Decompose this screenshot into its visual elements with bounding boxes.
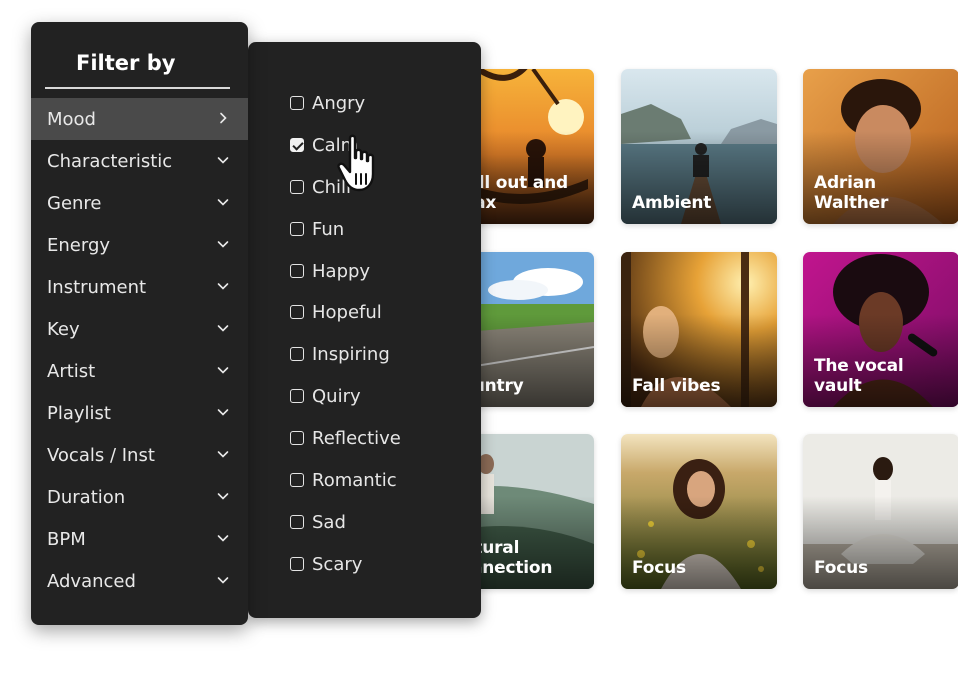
filter-item-energy[interactable]: Energy xyxy=(31,224,248,266)
playlist-tile[interactable]: Adrian Walther xyxy=(803,69,958,224)
title-divider xyxy=(45,87,230,89)
checkbox[interactable] xyxy=(290,222,304,236)
checkbox[interactable] xyxy=(290,431,304,445)
checkbox[interactable] xyxy=(290,180,304,194)
playlist-tile[interactable]: Ambient xyxy=(621,69,777,224)
playlist-tile[interactable]: Focus xyxy=(621,434,777,589)
option-label: Reflective xyxy=(312,427,401,449)
option-label: Quiry xyxy=(312,385,361,407)
filter-item-duration[interactable]: Duration xyxy=(31,476,248,518)
checkbox[interactable] xyxy=(290,96,304,110)
filter-item-characteristic[interactable]: Characteristic xyxy=(31,140,248,182)
option-label: Happy xyxy=(312,260,371,282)
chevron-down-icon xyxy=(217,493,229,500)
filter-panel: Filter by Mood Characteristic Genre Ener… xyxy=(31,22,248,625)
checkbox[interactable] xyxy=(290,347,304,361)
hand-pointer-icon xyxy=(337,134,375,192)
chevron-down-icon xyxy=(217,283,229,290)
filter-item-mood[interactable]: Mood xyxy=(31,98,248,140)
mood-option-happy[interactable]: Happy xyxy=(290,259,370,283)
filter-item-label: BPM xyxy=(47,528,86,550)
chevron-down-icon xyxy=(217,367,229,374)
filter-item-label: Mood xyxy=(47,108,96,130)
filter-item-playlist[interactable]: Playlist xyxy=(31,392,248,434)
checkbox[interactable] xyxy=(290,389,304,403)
filter-item-artist[interactable]: Artist xyxy=(31,350,248,392)
filter-item-vocals-inst[interactable]: Vocals / Inst xyxy=(31,434,248,476)
filter-item-label: Characteristic xyxy=(47,150,173,172)
filter-item-label: Duration xyxy=(47,486,126,508)
filter-item-label: Artist xyxy=(47,360,96,382)
mood-option-inspiring[interactable]: Inspiring xyxy=(290,342,390,366)
filter-item-key[interactable]: Key xyxy=(31,308,248,350)
checkbox[interactable] xyxy=(290,473,304,487)
mood-option-scary[interactable]: Scary xyxy=(290,552,362,576)
tile-title: Adrian Walther xyxy=(814,173,889,213)
playlist-tile[interactable]: The vocal vault xyxy=(803,252,958,407)
option-label: Romantic xyxy=(312,469,397,491)
chevron-down-icon xyxy=(217,325,229,332)
mood-option-reflective[interactable]: Reflective xyxy=(290,426,401,450)
option-label: Hopeful xyxy=(312,301,382,323)
tile-title: Ambient xyxy=(632,193,712,213)
filter-item-label: Advanced xyxy=(47,570,136,592)
option-label: Scary xyxy=(312,553,363,575)
mood-option-fun[interactable]: Fun xyxy=(290,217,344,241)
checkbox[interactable] xyxy=(290,557,304,571)
tile-title: The vocal vault xyxy=(814,356,904,396)
filter-item-label: Instrument xyxy=(47,276,147,298)
mood-option-romantic[interactable]: Romantic xyxy=(290,468,397,492)
chevron-down-icon xyxy=(217,535,229,542)
filter-item-label: Playlist xyxy=(47,402,111,424)
filter-item-advanced[interactable]: Advanced xyxy=(31,560,248,602)
filter-item-genre[interactable]: Genre xyxy=(31,182,248,224)
filter-item-label: Key xyxy=(47,318,80,340)
option-label: Fun xyxy=(312,218,345,240)
mood-submenu: Angry Calm Chill Fun Happy Hopeful Inspi… xyxy=(248,42,481,618)
mood-option-sad[interactable]: Sad xyxy=(290,510,346,534)
filter-item-bpm[interactable]: BPM xyxy=(31,518,248,560)
option-label: Angry xyxy=(312,92,366,114)
checkbox[interactable] xyxy=(290,515,304,529)
playlist-tile[interactable]: Fall vibes xyxy=(621,252,777,407)
mood-option-angry[interactable]: Angry xyxy=(290,91,365,115)
filter-item-label: Vocals / Inst xyxy=(47,444,155,466)
chevron-down-icon xyxy=(217,409,229,416)
filter-panel-title: Filter by xyxy=(76,51,176,75)
filter-item-label: Energy xyxy=(47,234,111,256)
tile-title: Fall vibes xyxy=(632,376,721,396)
checkbox[interactable] xyxy=(290,305,304,319)
chevron-down-icon xyxy=(217,451,229,458)
chevron-down-icon xyxy=(217,241,229,248)
checkbox[interactable] xyxy=(290,264,304,278)
filter-item-instrument[interactable]: Instrument xyxy=(31,266,248,308)
chevron-down-icon xyxy=(217,577,229,584)
tile-title: Focus xyxy=(814,558,868,578)
chevron-down-icon xyxy=(217,157,229,164)
mood-option-quiry[interactable]: Quiry xyxy=(290,384,361,408)
chevron-down-icon xyxy=(217,199,229,206)
option-label: Sad xyxy=(312,511,346,533)
tile-title: Focus xyxy=(632,558,686,578)
checkbox-checked[interactable] xyxy=(290,138,304,152)
filter-item-label: Genre xyxy=(47,192,102,214)
option-label: Inspiring xyxy=(312,343,390,365)
mood-option-hopeful[interactable]: Hopeful xyxy=(290,300,382,324)
playlist-tile[interactable]: Focus xyxy=(803,434,958,589)
chevron-right-icon xyxy=(220,112,227,124)
